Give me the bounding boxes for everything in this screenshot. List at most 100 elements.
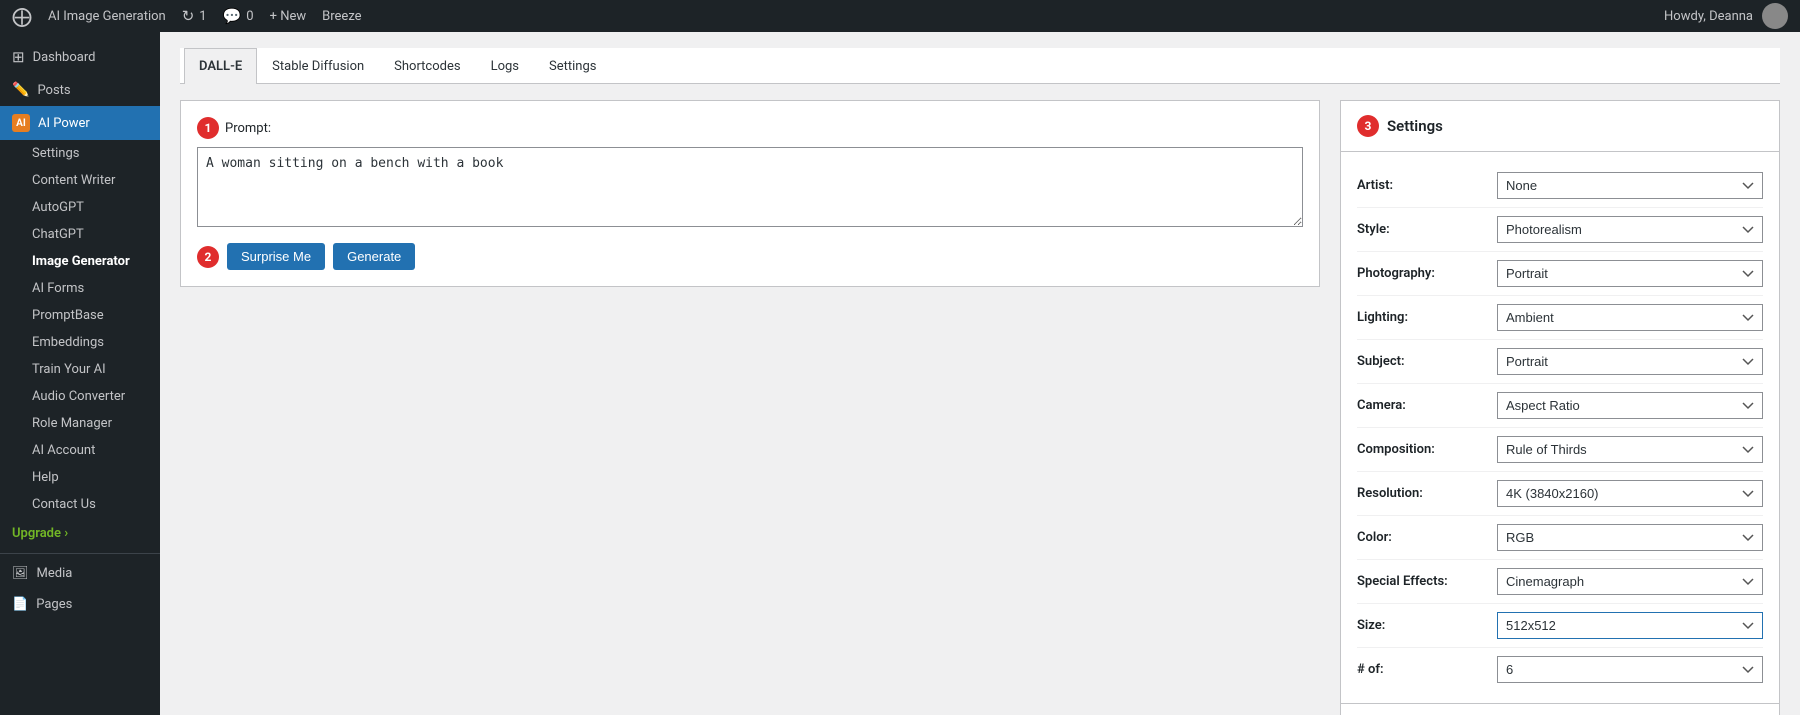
sidebar-sub-promptbase[interactable]: PromptBase — [0, 302, 160, 329]
composition-label: Composition: — [1357, 442, 1497, 457]
color-select[interactable]: RGB CMYKGrayscaleSepia — [1497, 524, 1763, 551]
comments-icon: 💬 — [223, 7, 242, 25]
sidebar-sub-ai-account[interactable]: AI Account — [0, 437, 160, 464]
number-of-label: # of: — [1357, 662, 1497, 677]
comments-button[interactable]: 💬 0 — [223, 7, 254, 25]
settings-body: Artist: None Da VinciPicassoRembrandt St… — [1341, 152, 1779, 703]
prompt-label-text: Prompt: — [225, 121, 271, 136]
content-area: DALL-E Stable Diffusion Shortcodes Logs … — [160, 32, 1800, 715]
prompt-textarea[interactable]: A woman sitting on a bench with a book — [197, 147, 1303, 227]
generate-button[interactable]: Generate — [333, 243, 415, 270]
surprise-me-button[interactable]: Surprise Me — [227, 243, 325, 270]
admin-bar: ⨁ AI Image Generation ↻ 1 💬 0 + New Bree… — [0, 0, 1800, 32]
posts-icon: ✏️ — [12, 82, 29, 98]
number-of-select[interactable]: 12345 678910 — [1497, 656, 1763, 683]
subject-select[interactable]: Portrait LandscapeStill LifeAbstract — [1497, 348, 1763, 375]
ai-power-label: AI Power — [38, 116, 90, 131]
updates-count: 1 — [199, 9, 206, 24]
breeze-button[interactable]: Breeze — [322, 9, 361, 24]
sidebar-item-ai-power[interactable]: AI AI Power — [0, 106, 160, 140]
setting-row-number-of: # of: 12345 678910 — [1357, 648, 1763, 691]
setting-row-photography: Photography: Portrait LandscapeMacroStre… — [1357, 252, 1763, 296]
sidebar-sub-chatgpt[interactable]: ChatGPT — [0, 221, 160, 248]
tab-stable-diffusion[interactable]: Stable Diffusion — [257, 48, 379, 84]
settings-footer: Set as Default — [1341, 703, 1779, 715]
color-label: Color: — [1357, 530, 1497, 545]
admin-bar-left: ⨁ AI Image Generation ↻ 1 💬 0 + New Bree… — [12, 4, 362, 28]
upgrade-link[interactable]: Upgrade › — [0, 518, 160, 549]
settings-panel: 3 Settings Artist: None Da VinciPicassoR… — [1340, 100, 1780, 715]
step-3-badge: 3 — [1357, 115, 1379, 137]
wp-icon: ⨁ — [12, 4, 32, 28]
composition-select[interactable]: Rule of Thirds Golden RatioSymmetryLeadi… — [1497, 436, 1763, 463]
button-row: 2 Surprise Me Generate — [197, 243, 1303, 270]
photography-select[interactable]: Portrait LandscapeMacroStreet — [1497, 260, 1763, 287]
sidebar-sub-help[interactable]: Help — [0, 464, 160, 491]
size-select[interactable]: 512x512 1024x1024256x256 — [1497, 612, 1763, 639]
two-column-layout: 1 Prompt: A woman sitting on a bench wit… — [180, 100, 1780, 715]
tab-shortcodes[interactable]: Shortcodes — [379, 48, 475, 84]
tab-logs[interactable]: Logs — [476, 48, 534, 84]
lighting-select[interactable]: Ambient NaturalStudioGolden Hour — [1497, 304, 1763, 331]
sidebar-sub-audio-converter[interactable]: Audio Converter — [0, 383, 160, 410]
camera-label: Camera: — [1357, 398, 1497, 413]
updates-button[interactable]: ↻ 1 — [182, 7, 207, 25]
howdy-user[interactable]: Howdy, Deanna — [1664, 3, 1788, 29]
prompt-label-row: 1 Prompt: — [197, 117, 1303, 139]
dashboard-label: Dashboard — [33, 50, 96, 65]
pages-label: Pages — [36, 597, 72, 612]
special-effects-select[interactable]: Cinemagraph HDRBokehLong Exposure — [1497, 568, 1763, 595]
updates-icon: ↻ — [182, 7, 195, 25]
setting-row-subject: Subject: Portrait LandscapeStill LifeAbs… — [1357, 340, 1763, 384]
settings-header: 3 Settings — [1341, 101, 1779, 152]
new-content-button[interactable]: + New — [270, 9, 307, 24]
artist-label: Artist: — [1357, 178, 1497, 193]
howdy-text: Howdy, Deanna — [1664, 9, 1753, 24]
camera-select[interactable]: Aspect Ratio Close-upWide AngleTelephoto — [1497, 392, 1763, 419]
sidebar-sub-contact-us[interactable]: Contact Us — [0, 491, 160, 518]
sidebar-item-media[interactable]: 🖼 Media — [0, 558, 160, 589]
site-name-button[interactable]: AI Image Generation — [48, 9, 166, 24]
lighting-label: Lighting: — [1357, 310, 1497, 325]
wp-logo-button[interactable]: ⨁ — [12, 4, 32, 28]
sidebar-item-posts[interactable]: ✏️ Posts — [0, 74, 160, 106]
size-label: Size: — [1357, 618, 1497, 633]
sidebar-sub-image-generator[interactable]: Image Generator — [0, 248, 160, 275]
sidebar: ⊞ Dashboard ✏️ Posts AI AI Power Setting… — [0, 32, 160, 715]
resolution-label: Resolution: — [1357, 486, 1497, 501]
setting-row-artist: Artist: None Da VinciPicassoRembrandt — [1357, 164, 1763, 208]
sidebar-sub-content-writer[interactable]: Content Writer — [0, 167, 160, 194]
posts-label: Posts — [37, 83, 70, 98]
sidebar-item-dashboard[interactable]: ⊞ Dashboard — [0, 40, 160, 74]
tabs-bar: DALL-E Stable Diffusion Shortcodes Logs … — [180, 48, 1780, 84]
media-label: Media — [37, 566, 73, 581]
sidebar-sub-settings[interactable]: Settings — [0, 140, 160, 167]
style-select[interactable]: Photorealism AbstractImpressionismSurrea… — [1497, 216, 1763, 243]
tab-settings[interactable]: Settings — [534, 48, 611, 84]
setting-row-size: Size: 512x512 1024x1024256x256 — [1357, 604, 1763, 648]
ai-power-icon: AI — [12, 114, 30, 132]
sidebar-sub-embeddings[interactable]: Embeddings — [0, 329, 160, 356]
sidebar-sub-train-your-ai[interactable]: Train Your AI — [0, 356, 160, 383]
tab-dalle[interactable]: DALL-E — [184, 48, 257, 84]
page-content: DALL-E Stable Diffusion Shortcodes Logs … — [160, 32, 1800, 715]
photography-label: Photography: — [1357, 266, 1497, 281]
step-2-badge: 2 — [197, 246, 219, 268]
step-1-badge: 1 — [197, 117, 219, 139]
left-panel: 1 Prompt: A woman sitting on a bench wit… — [180, 100, 1320, 287]
pages-icon: 📄 — [12, 597, 28, 612]
sidebar-sub-role-manager[interactable]: Role Manager — [0, 410, 160, 437]
settings-title: Settings — [1387, 117, 1443, 135]
sidebar-sub-autogpt[interactable]: AutoGPT — [0, 194, 160, 221]
setting-row-color: Color: RGB CMYKGrayscaleSepia — [1357, 516, 1763, 560]
artist-select[interactable]: None Da VinciPicassoRembrandt — [1497, 172, 1763, 199]
resolution-select[interactable]: 4K (3840x2160) 1080p720p512x512 — [1497, 480, 1763, 507]
new-content-label: + New — [270, 9, 307, 24]
subject-label: Subject: — [1357, 354, 1497, 369]
setting-row-special-effects: Special Effects: Cinemagraph HDRBokehLon… — [1357, 560, 1763, 604]
main-layout: ⊞ Dashboard ✏️ Posts AI AI Power Setting… — [0, 32, 1800, 715]
sidebar-item-pages[interactable]: 📄 Pages — [0, 589, 160, 620]
sidebar-sub-ai-forms[interactable]: AI Forms — [0, 275, 160, 302]
setting-row-composition: Composition: Rule of Thirds Golden Ratio… — [1357, 428, 1763, 472]
site-title: AI Image Generation — [48, 9, 166, 24]
